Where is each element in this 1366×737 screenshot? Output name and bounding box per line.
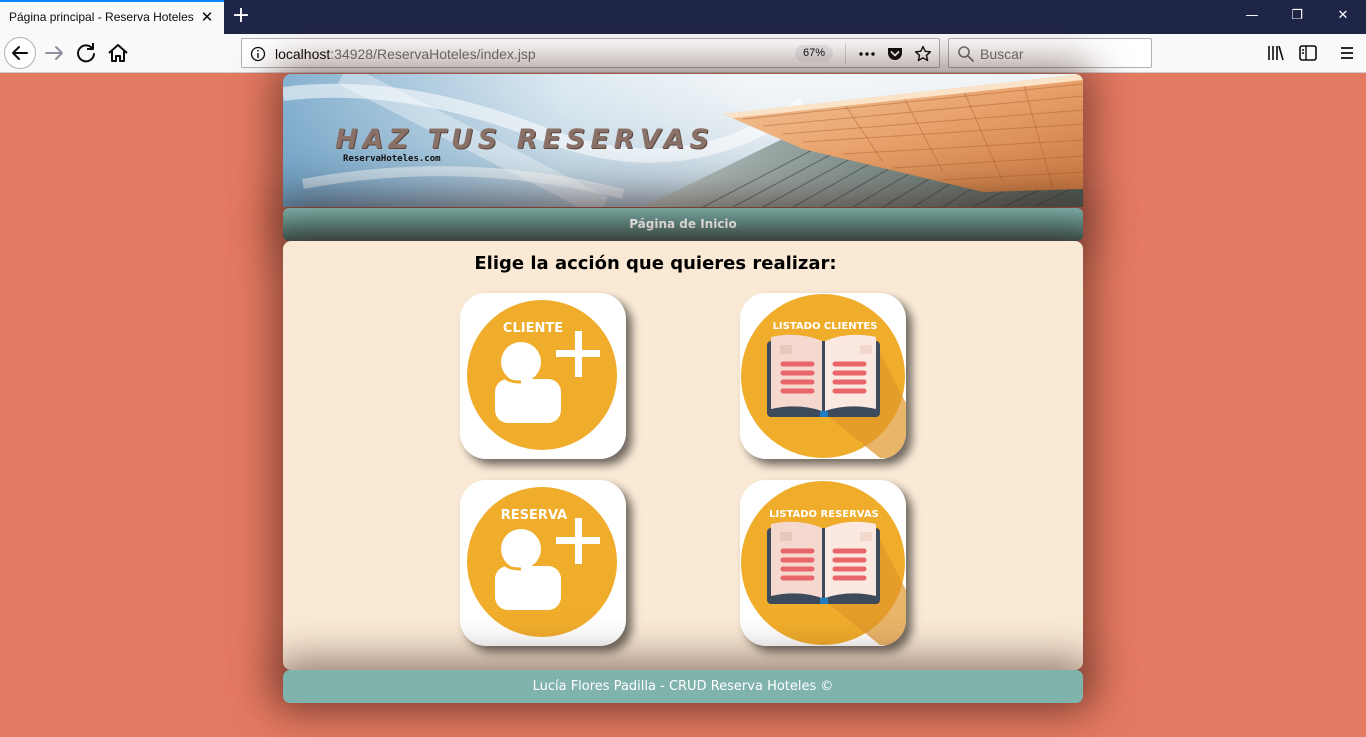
- forward-arrow-icon[interactable]: [40, 39, 68, 67]
- add-user-icon: CLIENTE: [467, 300, 617, 450]
- library-icon[interactable]: [1265, 42, 1287, 64]
- add-client-button[interactable]: CLIENTE: [460, 293, 626, 459]
- zoom-level-badge[interactable]: 67%: [795, 45, 833, 62]
- new-tab-button[interactable]: +: [230, 4, 252, 28]
- url-separator: [845, 43, 846, 64]
- add-user-icon: RESERVA: [467, 487, 617, 637]
- footer: Lucía Flores Padilla - CRUD Reserva Hote…: [283, 670, 1083, 703]
- site-info-icon[interactable]: [250, 46, 266, 62]
- home-icon[interactable]: [104, 39, 132, 67]
- action-label-listado-reservas: LISTADO RESERVAS: [769, 509, 879, 520]
- main-content: Elige la acción que quieres realizar: CL…: [283, 241, 1083, 670]
- browser-tab-strip: Página principal - Reserva Hoteles ✕ + —…: [0, 0, 1366, 34]
- footer-credits: Lucía Flores Padilla - CRUD Reserva Hote…: [532, 679, 834, 694]
- search-placeholder: Buscar: [980, 46, 1024, 62]
- banner-title: HAZ TUS RESERVAS: [335, 124, 714, 155]
- search-icon: [958, 46, 974, 62]
- restore-icon[interactable]: ❐: [1285, 6, 1309, 26]
- home-link[interactable]: Página de Inicio: [283, 217, 1083, 231]
- reload-icon[interactable]: [72, 39, 100, 67]
- page-heading: Elige la acción que quieres realizar:: [474, 253, 837, 274]
- page-actions-icon[interactable]: [858, 45, 876, 63]
- hamburger-menu-icon[interactable]: [1336, 42, 1358, 64]
- action-label-cliente: CLIENTE: [503, 321, 563, 336]
- back-button[interactable]: [4, 37, 36, 69]
- banner-subtitle: ReservaHoteles.com: [343, 154, 441, 164]
- action-label-listado-clientes: LISTADO CLIENTES: [773, 321, 878, 332]
- back-arrow-icon: [12, 46, 28, 60]
- window-close-icon[interactable]: ✕: [1331, 6, 1355, 26]
- minimize-icon[interactable]: —: [1240, 6, 1264, 26]
- search-bar[interactable]: Buscar: [948, 38, 1152, 68]
- action-label-reserva: RESERVA: [501, 508, 567, 523]
- open-book-icon: LISTADO CLIENTES: [741, 294, 906, 458]
- nav-menu-bar: Página de Inicio: [283, 208, 1083, 241]
- url-host: localhost: [275, 46, 331, 62]
- add-reservation-button[interactable]: RESERVA: [460, 480, 626, 646]
- url-text[interactable]: localhost:34928/ReservaHoteles/index.jsp: [275, 46, 536, 62]
- url-path: :34928/ReservaHoteles/index.jsp: [330, 46, 536, 62]
- open-book-icon: LISTADO RESERVAS: [741, 481, 906, 645]
- bookmark-star-icon[interactable]: [914, 45, 932, 63]
- tab-title: Página principal - Reserva Hoteles: [9, 10, 194, 24]
- list-reservations-button[interactable]: LISTADO RESERVAS: [740, 480, 906, 646]
- url-bar[interactable]: localhost:34928/ReservaHoteles/index.jsp…: [241, 38, 940, 68]
- browser-navbar: localhost:34928/ReservaHoteles/index.jsp…: [0, 34, 1366, 73]
- pocket-icon[interactable]: [886, 45, 904, 63]
- list-clients-button[interactable]: LISTADO CLIENTES: [740, 293, 906, 459]
- browser-tab-active[interactable]: Página principal - Reserva Hoteles ✕: [0, 0, 224, 34]
- header-banner: HAZ TUS RESERVAS ReservaHoteles.com: [283, 74, 1083, 207]
- tab-close-icon[interactable]: ✕: [198, 8, 216, 26]
- sidebar-icon[interactable]: [1297, 42, 1319, 64]
